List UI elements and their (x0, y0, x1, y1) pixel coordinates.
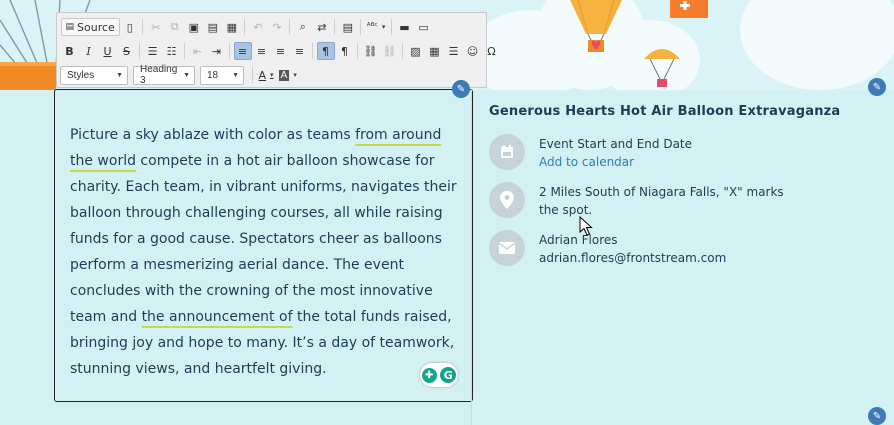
toolbar-separator (334, 19, 336, 35)
replace-icon[interactable]: ⇄ (313, 18, 331, 36)
description-segment: Picture a sky ablaze with color as teams (70, 127, 356, 143)
horizontal-line-icon[interactable]: ☰ (445, 42, 463, 60)
toolbar-separator (312, 43, 313, 59)
cut-icon[interactable]: ✂ (147, 18, 165, 36)
event-contact-row: Adrian Flores adrian.flores@frontstream.… (489, 230, 799, 267)
mouse-cursor-icon (579, 216, 593, 236)
gift-icon (670, 0, 708, 18)
cloud-graphic (740, 0, 894, 90)
find-icon[interactable]: ⌕ (294, 18, 312, 36)
text-direction-ltr-icon[interactable]: ¶ (316, 42, 335, 60)
gift-box-graphic (0, 62, 56, 90)
event-description-text[interactable]: Picture a sky ablaze with color as teams… (70, 122, 462, 382)
toolbar-separator (360, 19, 362, 35)
underline-button[interactable]: U (99, 42, 117, 60)
spellcheck-icon[interactable]: ᴬᴮᶜ ▾ (365, 18, 388, 36)
chevron-down-icon: ▼ (232, 71, 239, 79)
button-field-icon[interactable]: ▭ (414, 18, 432, 36)
italic-button[interactable]: I (80, 42, 98, 60)
unlink-icon[interactable]: ⛓ (381, 42, 399, 60)
strikethrough-button[interactable]: S (118, 42, 136, 60)
chevron-down-icon: ▼ (183, 71, 190, 79)
align-left-icon[interactable]: ≡ (233, 42, 252, 60)
indent-icon[interactable]: ⇥ (208, 42, 226, 60)
styles-dropdown[interactable]: Styles ▼ (60, 65, 128, 85)
outdent-icon[interactable]: ⇤ (189, 42, 207, 60)
paste-word-icon[interactable]: ▦ (223, 18, 241, 36)
edit-pencil-icon[interactable]: ✎ (868, 78, 886, 96)
bulleted-list-icon[interactable]: ☷ (163, 42, 181, 60)
calendar-icon (489, 134, 525, 170)
grammarly-icon[interactable]: G (440, 367, 457, 383)
source-label: Source (77, 20, 115, 34)
numbered-list-icon[interactable]: ☰ (144, 42, 162, 60)
align-center-icon[interactable]: ≡ (253, 42, 271, 60)
contact-name: Adrian Flores (539, 233, 618, 247)
edit-pencil-icon[interactable]: ✎ (868, 407, 886, 425)
grammar-suggestion[interactable]: the announcement of (142, 309, 293, 325)
toolbar-separator (357, 43, 358, 59)
align-justify-icon[interactable]: ≡ (291, 42, 309, 60)
image-icon[interactable]: ▨ (407, 42, 425, 60)
format-dropdown-value: Heading 3 (140, 64, 178, 86)
styles-dropdown-value: Styles (67, 69, 95, 81)
chevron-down-icon: ▼ (116, 71, 123, 79)
grammarly-widget[interactable]: ✚ G (420, 363, 458, 387)
parachute-balloon-graphic (644, 49, 680, 87)
table-icon[interactable]: ▦ (426, 42, 444, 60)
source-button[interactable]: ▤ Source (60, 18, 120, 36)
format-dropdown[interactable]: Heading 3 ▼ (133, 64, 195, 86)
event-location-row: 2 Miles South of Niagara Falls, "X" mark… (489, 182, 799, 219)
toolbar-separator (252, 67, 253, 83)
event-date-row: Event Start and End Date Add to calendar (489, 134, 799, 171)
toolbar-separator (142, 19, 144, 35)
special-character-icon[interactable]: Ω (483, 42, 501, 60)
toolbar-separator (229, 43, 230, 59)
toolbar-separator (390, 19, 392, 35)
text-color-icon[interactable]: A ▾ (257, 66, 276, 84)
paste-text-icon[interactable]: ▤ (204, 18, 222, 36)
event-date-label: Event Start and End Date (539, 137, 693, 151)
event-location-text: 2 Miles South of Niagara Falls, "X" mark… (539, 185, 784, 217)
rich-text-toolbar: ▤ Source ▯ ✂ ⧉ ▣ ▤ ▦ ↶ ↷ ⌕ ⇄ ▤ ᴬᴮᶜ ▾ ▬ ▭ … (56, 12, 496, 88)
toolbar-separator (139, 43, 140, 59)
text-direction-rtl-icon[interactable]: ¶ (336, 42, 354, 60)
form-field-icon[interactable]: ▬ (395, 18, 413, 36)
contact-email[interactable]: adrian.flores@frontstream.com (539, 249, 799, 267)
heart-balloon-graphic (570, 0, 622, 52)
font-size-dropdown[interactable]: 18 ▼ (200, 65, 244, 85)
templates-icon[interactable]: ▯ (121, 18, 139, 36)
envelope-icon (489, 230, 525, 266)
event-title: Generous Hearts Hot Air Balloon Extravag… (489, 104, 841, 119)
edit-pencil-icon[interactable]: ✎ (452, 80, 470, 98)
copy-icon[interactable]: ⧉ (166, 18, 184, 36)
font-size-dropdown-value: 18 (207, 69, 219, 81)
bold-button[interactable]: B (61, 42, 79, 60)
toolbar-separator (402, 43, 403, 59)
link-icon[interactable]: ⛓ (362, 42, 380, 60)
rich-text-editor[interactable]: Picture a sky ablaze with color as teams… (54, 89, 473, 402)
toolbar-separator (184, 43, 185, 59)
toolbar-separator (289, 19, 291, 35)
paste-icon[interactable]: ▣ (185, 18, 203, 36)
lightbulb-icon[interactable]: ✚ (421, 367, 437, 383)
description-segment: compete in a hot air balloon showcase fo… (70, 153, 457, 325)
location-pin-icon (489, 182, 525, 218)
source-icon: ▤ (65, 22, 75, 32)
column-divider (471, 90, 472, 425)
smiley-icon[interactable]: ☺ (464, 42, 482, 60)
add-to-calendar-link[interactable]: Add to calendar (539, 153, 799, 171)
select-all-icon[interactable]: ▤ (339, 18, 357, 36)
background-color-icon[interactable]: A ▾ (277, 66, 299, 84)
align-right-icon[interactable]: ≡ (272, 42, 290, 60)
undo-icon[interactable]: ↶ (249, 18, 267, 36)
redo-icon[interactable]: ↷ (268, 18, 286, 36)
toolbar-separator (244, 19, 246, 35)
